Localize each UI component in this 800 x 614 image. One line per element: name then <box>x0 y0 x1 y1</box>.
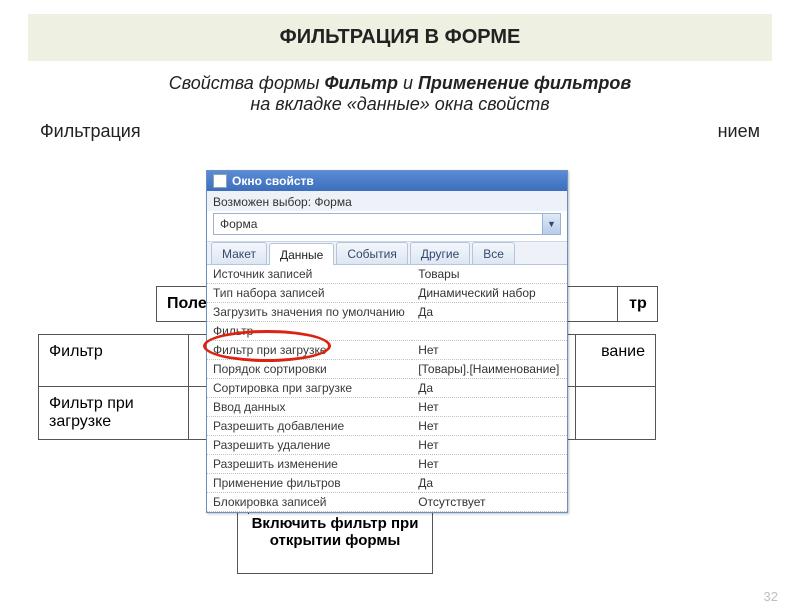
property-name: Порядок сортировки <box>207 360 412 379</box>
property-row[interactable]: Ввод данныхНет <box>207 398 567 417</box>
property-value[interactable]: Нет <box>412 455 567 474</box>
property-value[interactable]: Да <box>412 303 567 322</box>
property-name: Источник записей <box>207 265 412 284</box>
property-row[interactable]: Разрешить добавлениеНет <box>207 417 567 436</box>
property-row[interactable]: Применение фильтровДа <box>207 474 567 493</box>
property-row[interactable]: Разрешить удалениеНет <box>207 436 567 455</box>
lead-text-left: Фильтрация <box>40 121 141 142</box>
property-name: Блокировка записей <box>207 493 412 512</box>
tab-all[interactable]: Все <box>472 242 515 264</box>
property-name: Разрешить добавление <box>207 417 412 436</box>
intro-line1: Свойства формы Фильтр и Применение фильт… <box>0 67 800 94</box>
tab-layout[interactable]: Макет <box>211 242 267 264</box>
tab-events[interactable]: События <box>336 242 408 264</box>
property-row[interactable]: Фильтр при загрузкеНет <box>207 341 567 360</box>
intro-line2: на вкладке «данные» окна свойств <box>0 94 800 115</box>
window-title-text: Окно свойств <box>232 174 314 188</box>
property-value[interactable]: Нет <box>412 341 567 360</box>
chevron-down-icon[interactable]: ▼ <box>542 214 560 234</box>
selection-type-label: Возможен выбор: Форма <box>207 191 567 211</box>
property-name: Фильтр при загрузке <box>207 341 412 360</box>
property-row[interactable]: Сортировка при загрузкеДа <box>207 379 567 398</box>
property-value[interactable]: [Товары].[Наименование] <box>412 360 567 379</box>
property-row[interactable]: Источник записейТовары <box>207 265 567 284</box>
tab-data[interactable]: Данные <box>269 243 334 265</box>
property-value[interactable]: Нет <box>412 417 567 436</box>
property-value[interactable]: Нет <box>412 436 567 455</box>
property-name: Применение фильтров <box>207 474 412 493</box>
property-name: Разрешить изменение <box>207 455 412 474</box>
combo-value: Форма <box>214 217 542 231</box>
property-value[interactable]: Да <box>412 474 567 493</box>
property-name: Ввод данных <box>207 398 412 417</box>
property-name: Загрузить значения по умолчанию <box>207 303 412 322</box>
tab-other[interactable]: Другие <box>410 242 470 264</box>
object-selector-combo[interactable]: Форма ▼ <box>213 213 561 235</box>
property-name: Разрешить удаление <box>207 436 412 455</box>
property-row[interactable]: Фильтр <box>207 322 567 341</box>
property-name: Сортировка при загрузке <box>207 379 412 398</box>
properties-window: Окно свойств Возможен выбор: Форма Форма… <box>206 170 568 513</box>
property-tabs: Макет Данные События Другие Все <box>207 241 567 265</box>
property-value[interactable]: Отсутствует <box>412 493 567 512</box>
page-number: 32 <box>764 589 778 604</box>
property-name: Тип набора записей <box>207 284 412 303</box>
slide-title: ФИЛЬТРАЦИЯ В ФОРМЕ <box>28 14 772 61</box>
property-grid: Источник записейТоварыТип набора записей… <box>207 265 567 512</box>
window-titlebar[interactable]: Окно свойств <box>207 171 567 191</box>
property-name: Фильтр <box>207 322 412 341</box>
window-icon <box>213 174 227 188</box>
property-row[interactable]: Тип набора записейДинамический набор <box>207 284 567 303</box>
property-row[interactable]: Блокировка записейОтсутствует <box>207 493 567 512</box>
annotation-callout: Включить фильтр при открытии формы <box>237 512 433 574</box>
property-row[interactable]: Разрешить изменениеНет <box>207 455 567 474</box>
property-value[interactable]: Динамический набор <box>412 284 567 303</box>
lead-text-right: нием <box>718 121 760 142</box>
property-value[interactable]: Нет <box>412 398 567 417</box>
property-row[interactable]: Порядок сортировки[Товары].[Наименование… <box>207 360 567 379</box>
property-row[interactable]: Загрузить значения по умолчаниюДа <box>207 303 567 322</box>
property-value[interactable] <box>412 322 567 341</box>
property-value[interactable]: Товары <box>412 265 567 284</box>
property-value[interactable]: Да <box>412 379 567 398</box>
